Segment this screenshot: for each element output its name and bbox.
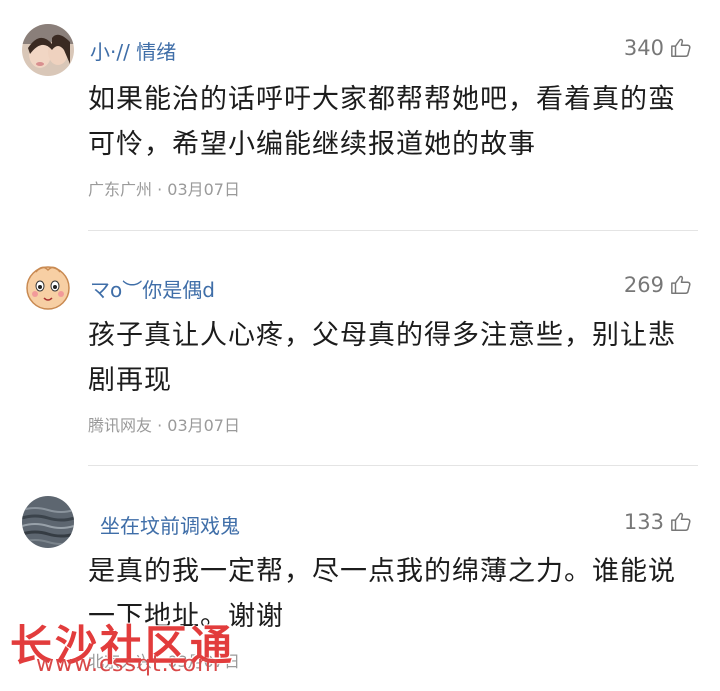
water-photo-avatar-icon — [22, 496, 74, 548]
site-watermark: 长沙社区通 www.cssqt.com — [10, 612, 310, 682]
girls-photo-avatar-icon — [22, 24, 74, 76]
comment-username[interactable]: マo︶你是偶d — [90, 274, 215, 303]
comment-meta: 腾讯网友 · 03月07日 — [88, 416, 240, 435]
like-button[interactable]: 269 — [624, 273, 692, 297]
watermark-url: www.cssqt.com — [36, 652, 220, 677]
user-avatar[interactable] — [22, 260, 74, 312]
divider — [88, 230, 698, 231]
like-button[interactable]: 340 — [624, 36, 692, 60]
like-count: 133 — [623, 510, 664, 534]
like-count: 269 — [623, 273, 664, 297]
comment-text: 孩子真让人心疼，父母真的得多注意些，别让悲剧再现 — [88, 320, 676, 396]
thumbs-up-icon — [671, 38, 691, 57]
cartoon-face-avatar-icon — [22, 260, 74, 312]
comment-username[interactable]: 坐在坟前调戏鬼 — [100, 510, 240, 539]
like-count: 340 — [623, 36, 664, 60]
like-button[interactable]: 133 — [624, 510, 692, 534]
comment-meta: 广东广州 · 03月07日 — [88, 180, 240, 199]
comment-username[interactable]: 小·// 情绪 — [90, 36, 176, 65]
user-avatar[interactable] — [22, 496, 74, 548]
thumbs-up-icon — [671, 512, 691, 531]
comment-text: 如果能治的话呼吁大家都帮帮她吧，看着真的蛮可怜，希望小编能继续报道她的故事 — [88, 84, 676, 160]
divider — [88, 465, 698, 466]
user-avatar[interactable] — [22, 24, 74, 76]
thumbs-up-icon — [671, 275, 691, 294]
